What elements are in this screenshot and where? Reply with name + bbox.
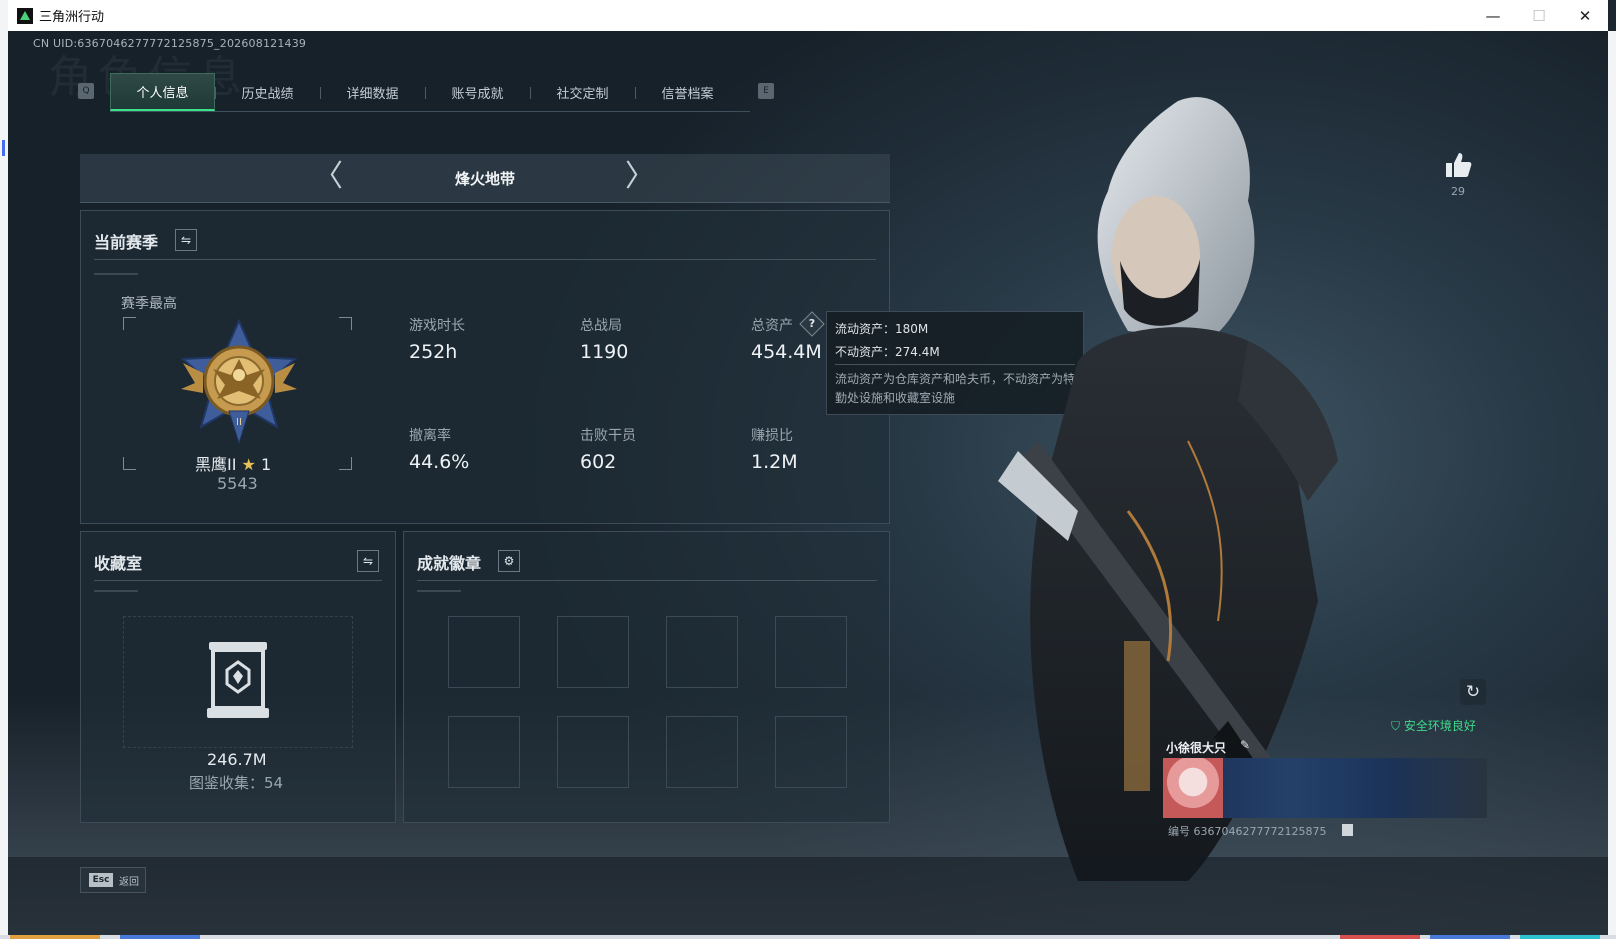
maximize-button[interactable]: ☐ [1516,0,1562,31]
collection-switch-button[interactable]: ⇋ [357,550,379,572]
panel-divider [94,580,382,581]
frame-corner [339,457,352,470]
badge-slot[interactable] [666,616,738,688]
rank-eagle-badge-icon: II [180,319,298,445]
mode-selector: 〈 烽火地带 〉 [80,154,890,203]
uid-label: CN UID:6367046277772125875_202608121439 [33,37,307,50]
stat-playtime-label: 游戏时长 [409,318,465,334]
stat-operators-killed-value: 602 [580,451,617,473]
stat-total-matches-value: 1190 [580,341,629,363]
svg-text:II: II [236,417,242,428]
tab-account-achievements[interactable]: 账号成就 [425,73,530,111]
mode-title: 烽火地带 [454,170,515,188]
taskbar-segment [1340,935,1420,939]
collection-room-title: 收藏室 [94,554,143,573]
close-button[interactable]: ✕ [1562,0,1608,31]
safe-environment-status: ⛉ 安全环境良好 [1391,717,1476,734]
desktop-right-edge [1608,31,1616,939]
copy-id-icon[interactable] [1342,824,1353,836]
player-avatar[interactable] [1163,758,1223,818]
window-titlebar: 三角洲行动 — ☐ ✕ [8,0,1608,32]
stat-total-assets-value: 454.4M [751,341,822,363]
stat-playtime-value: 252h [409,341,458,363]
badge-slot[interactable] [775,716,847,788]
tab-personal-info[interactable]: 个人信息 [110,73,215,111]
badge-slot[interactable] [448,616,520,688]
help-glyph: ? [808,317,816,330]
window-title: 三角洲行动 [39,10,105,25]
bottom-bar [8,857,1608,935]
season-best-label: 赛季最高 [121,296,177,312]
badges-settings-button[interactable]: ⚙ [498,550,520,572]
rank-star-count: 1 [260,455,272,474]
back-button[interactable]: Esc 返回 [80,867,146,893]
current-season-title: 当前赛季 [94,233,159,252]
badge-slot[interactable] [775,616,847,688]
rank-star-icon: ★ [241,455,256,474]
tab-social-customization[interactable]: 社交定制 [530,73,635,111]
stat-profit-loss-label: 赚损比 [751,428,793,444]
panel-divider [94,259,876,260]
taskbar-segment [10,935,100,939]
panel-divider [417,580,877,581]
stat-profit-loss-value: 1.2M [751,451,798,473]
profile-tab-bar: 个人信息 历史战绩 详细数据 账号成就 社交定制 信誉档案 [110,73,750,112]
collection-value: 246.7M [207,750,267,769]
game-viewport: 角色信息 CN UID:6367046277772125875_20260812… [8,31,1608,935]
rank-name: 黑鹰II ★ 1 [195,451,271,475]
collection-count: 图鉴收集：54 [189,774,284,792]
frame-corner [123,457,136,470]
achievement-badges-title: 成就徽章 [417,554,482,573]
esc-key-hint: Esc [89,873,113,887]
current-season-panel: 当前赛季 ⇋ 赛季最高 II 黑鹰II ★ 1 5543 游戏时长 252h 总… [80,210,890,524]
minimize-button[interactable]: — [1470,0,1516,31]
display-case-icon [207,642,269,718]
taskbar-segment [1430,935,1510,939]
tab-match-history[interactable]: 历史战绩 [215,73,320,111]
badge-slot[interactable] [666,716,738,788]
decor-line [417,590,461,592]
shield-check-icon: ⛉ [1391,719,1401,733]
season-switch-button[interactable]: ⇋ [175,229,197,251]
assets-help-icon[interactable]: ? [799,311,825,337]
edit-name-icon[interactable]: ✎ [1240,738,1250,752]
taskbar-segment [120,935,200,939]
achievement-badges-panel: 成就徽章 ⚙ [403,531,890,823]
tab-next-key-hint: E [758,83,774,99]
player-id: 编号 6367046277772125875 [1168,825,1327,838]
rank-score: 5543 [217,474,258,493]
rank-name-text: 黑鹰II [195,455,237,474]
tooltip-fixed-assets: 不动资产：274.4M [835,345,940,359]
desktop-left-edge [0,0,8,939]
stat-total-matches-label: 总战局 [580,318,622,334]
stat-extraction-rate-value: 44.6% [409,451,470,473]
refresh-button[interactable]: ↻ [1460,679,1486,705]
collection-room-panel: 收藏室 ⇋ 246.7M 图鉴收集：54 [80,531,396,823]
safe-status-text: 安全环境良好 [1403,719,1476,733]
tab-prev-key-hint: Q [78,83,94,99]
frame-corner [339,317,352,330]
player-name: 小徐很大只 [1166,741,1227,755]
window-controls: — ☐ ✕ [1470,0,1608,31]
like-thumbs-up-icon[interactable] [1444,151,1472,179]
tab-detailed-data[interactable]: 详细数据 [320,73,425,111]
tooltip-liquid-assets: 流动资产：180M [835,322,929,336]
taskbar-segment [1520,935,1600,939]
tab-reputation-file[interactable]: 信誉档案 [635,73,740,111]
decor-line [94,273,138,275]
badge-slot[interactable] [557,616,629,688]
badge-slot[interactable] [448,716,520,788]
stat-operators-killed-label: 击败干员 [580,428,636,444]
app-logo-icon [17,7,33,24]
like-count: 29 [1451,185,1465,198]
back-label: 返回 [119,877,139,888]
frame-corner [123,317,136,330]
mode-next-button[interactable]: 〉 [625,162,655,192]
badge-slot[interactable] [557,716,629,788]
decor-line [94,590,138,592]
stat-total-assets-label: 总资产 [751,318,793,334]
stat-extraction-rate-label: 撤离率 [409,428,451,444]
